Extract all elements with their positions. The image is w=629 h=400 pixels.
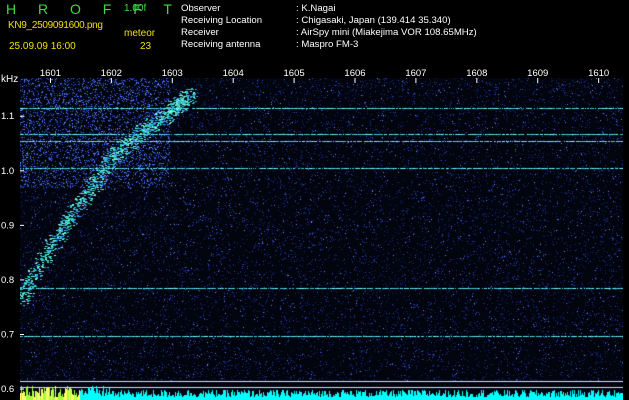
receiver-value: : AirSpy mini (Miakejima VOR 108.65MHz) bbox=[296, 27, 477, 38]
location-value: : Chigasaki, Japan (139.414 35.340) bbox=[296, 15, 451, 26]
observer-value: : K.Nagai bbox=[296, 3, 336, 14]
capture-datetime: 25.09.09 16:00 bbox=[9, 41, 76, 52]
y-tick-label: 1.1 bbox=[1, 111, 14, 122]
y-tick-label: 1.0 bbox=[1, 166, 14, 177]
meteor-label: meteor bbox=[124, 28, 156, 39]
spectrogram-plot bbox=[20, 78, 623, 400]
app-version: 1.00f bbox=[124, 3, 147, 14]
location-label: Receiving Location bbox=[181, 15, 263, 26]
waterfall-canvas bbox=[20, 78, 623, 400]
y-tick-label: 0.9 bbox=[1, 220, 14, 231]
receiver-label: Receiver bbox=[181, 27, 219, 38]
app-brand: H R O F F T bbox=[6, 1, 181, 17]
observer-label: Observer bbox=[181, 3, 221, 14]
spectrogram-screen: H R O F F T 1.00f KN9_2509091600.png met… bbox=[0, 0, 629, 400]
y-tick-label: 0.7 bbox=[1, 330, 14, 341]
y-tick-label: 0.8 bbox=[1, 275, 14, 286]
antenna-value: : Maspro FM-3 bbox=[296, 39, 359, 50]
y-tick-label: 0.6 bbox=[1, 384, 14, 395]
antenna-label: Receiving antenna bbox=[181, 39, 261, 50]
meteor-count: 23 bbox=[140, 41, 152, 52]
y-axis-unit: kHz bbox=[1, 74, 19, 85]
file-name: KN9_2509091600.png bbox=[8, 20, 103, 31]
